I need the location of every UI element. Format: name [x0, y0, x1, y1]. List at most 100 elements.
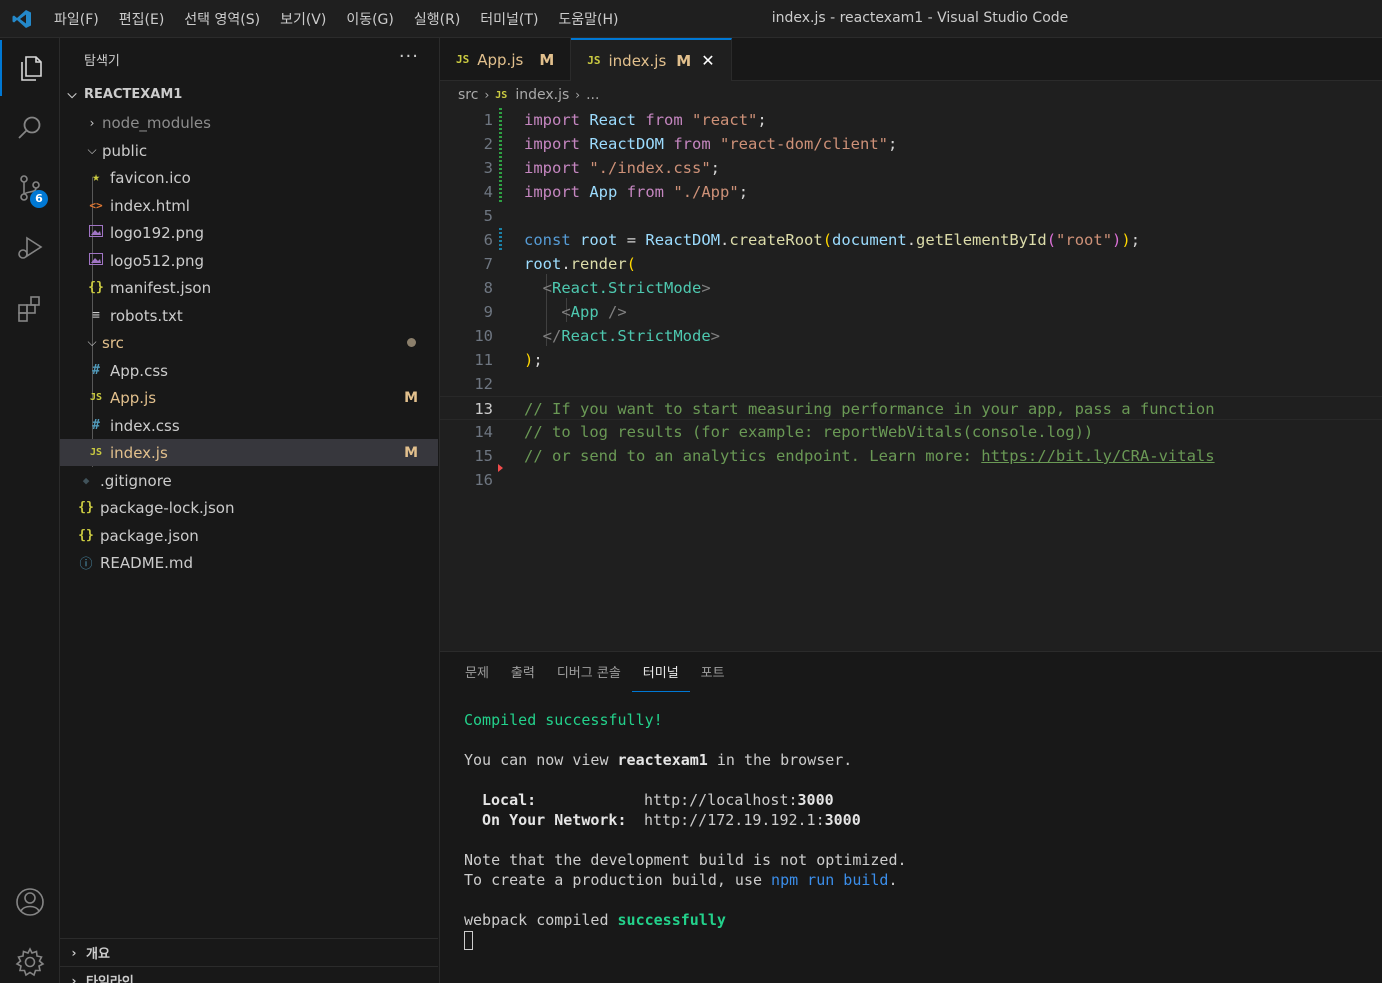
line-number: 6 — [483, 231, 493, 249]
tree-file-index-html[interactable]: <> index.html — [60, 192, 438, 219]
code-line[interactable]: 14 // to log results (for example: report… — [440, 420, 1382, 444]
tree-file-logo192[interactable]: logo192.png — [60, 219, 438, 246]
tree-folder-node-modules[interactable]: › node_modules — [60, 109, 438, 136]
code-text: ); — [524, 351, 543, 369]
tree-file-gitignore[interactable]: ◆ .gitignore — [60, 467, 438, 494]
timeline-section[interactable]: › 타임라인 — [60, 966, 438, 983]
js-file-icon: JS — [89, 392, 103, 403]
code-line[interactable]: 12 — [440, 372, 1382, 396]
source-control-icon[interactable]: 6 — [0, 160, 60, 216]
tree-file-package-lock[interactable]: {} package-lock.json — [60, 494, 438, 521]
chevron-right-icon: › — [575, 88, 581, 102]
code-line[interactable]: 2 import ReactDOM from "react-dom/client"… — [440, 132, 1382, 156]
terminal-output[interactable]: Compiled successfully! You can now view … — [464, 710, 907, 950]
tree-file-favicon[interactable]: ★ favicon.ico — [60, 164, 438, 191]
extensions-icon[interactable] — [0, 280, 60, 336]
chevron-down-icon: ⌵ — [67, 87, 77, 101]
tab-app-js[interactable]: JS App.js M — [440, 38, 572, 81]
outline-section[interactable]: › 개요 — [60, 938, 438, 966]
tab-problems[interactable]: 문제 — [454, 664, 500, 692]
terminal-cursor — [464, 931, 473, 950]
code-line[interactable]: 9 <App /> — [440, 300, 1382, 324]
code-line[interactable]: 13 // If you want to start measuring perf… — [440, 396, 1382, 420]
line-number: 8 — [483, 279, 493, 297]
code-line[interactable]: 10 </React.StrictMode> — [440, 324, 1382, 348]
sidebar-title: 탐색기 — [84, 53, 120, 69]
tree-folder-public[interactable]: ⌵ public — [60, 137, 438, 164]
code-line[interactable]: 11); — [440, 348, 1382, 372]
title-bar: 파일(F) 편집(E) 선택 영역(S) 보기(V) 이동(G) 실행(R) 터… — [0, 0, 1382, 38]
terminal-text: To create a production build, use — [464, 871, 772, 889]
code-line[interactable]: 3 import "./index.css"; — [440, 156, 1382, 180]
menu-view[interactable]: 보기(V) — [270, 9, 336, 29]
code-line[interactable]: 16 — [440, 468, 1382, 492]
code-line[interactable]: 7 root.render( — [440, 252, 1382, 276]
tree-file-manifest[interactable]: {} manifest.json — [60, 274, 438, 301]
code-editor[interactable]: 1 import React from "react"; 2 import React… — [440, 108, 1382, 651]
more-actions-icon[interactable]: ··· — [399, 46, 419, 67]
tree-file-robots[interactable]: ≡ robots.txt — [60, 302, 438, 329]
terminal-line: On Your Network: http://172.19.192.1:3000 — [464, 810, 907, 830]
js-file-icon: JS — [456, 53, 470, 66]
menu-terminal[interactable]: 터미널(T) — [470, 9, 548, 29]
git-gutter-marker — [499, 228, 502, 252]
git-gutter-marker — [499, 108, 502, 132]
tree-file-logo512[interactable]: logo512.png — [60, 247, 438, 274]
search-icon[interactable] — [0, 100, 60, 156]
terminal-blank — [464, 890, 907, 910]
workspace-root[interactable]: ⌵ REACTEXAM1 — [60, 81, 438, 108]
code-line[interactable]: 5 — [440, 204, 1382, 228]
breadcrumb-folder[interactable]: src — [458, 87, 478, 103]
code-text: // If you want to start measuring perfor… — [524, 400, 1215, 418]
tree-item-label: .gitignore — [100, 471, 172, 490]
breadcrumb-symbol[interactable]: ... — [586, 87, 599, 103]
tree-file-readme[interactable]: ⓘ README.md — [60, 549, 438, 576]
code-text: import React from "react"; — [524, 111, 767, 129]
close-icon[interactable]: ✕ — [701, 51, 714, 70]
run-debug-icon[interactable] — [0, 220, 60, 276]
tree-item-label: index.html — [110, 196, 190, 215]
json-file-icon: {} — [78, 500, 94, 515]
git-file-icon: ◆ — [82, 474, 90, 487]
terminal-text: You can now view — [464, 751, 618, 769]
tree-file-index-js[interactable]: JS index.js M — [60, 439, 438, 466]
code-line[interactable]: 6 const root = ReactDOM.createRoot(docume… — [440, 228, 1382, 252]
git-gutter-marker — [499, 132, 502, 156]
explorer-icon[interactable] — [0, 40, 60, 96]
code-text: import ReactDOM from "react-dom/client"; — [524, 135, 898, 153]
code-line[interactable]: 15 // or send to an analytics endpoint. L… — [440, 444, 1382, 472]
code-text: root.render( — [524, 255, 637, 273]
line-number: 9 — [483, 303, 493, 321]
menu-run[interactable]: 실행(R) — [404, 9, 470, 29]
css-file-icon: # — [92, 363, 100, 378]
menu-selection[interactable]: 선택 영역(S) — [174, 9, 270, 29]
breadcrumb-file[interactable]: index.js — [515, 87, 569, 103]
tree-file-app-js[interactable]: JS App.js M — [60, 384, 438, 411]
workspace-root-label: REACTEXAM1 — [84, 87, 183, 102]
settings-gear-icon[interactable] — [0, 934, 60, 983]
tab-debug-console[interactable]: 디버그 콘솔 — [546, 664, 632, 692]
account-icon[interactable] — [0, 874, 60, 930]
tab-terminal[interactable]: 터미널 — [631, 664, 690, 692]
tree-item-label: manifest.json — [110, 278, 212, 297]
menu-bar: 파일(F) 편집(E) 선택 영역(S) 보기(V) 이동(G) 실행(R) 터… — [44, 0, 629, 38]
code-line[interactable]: 1 import React from "react"; — [440, 108, 1382, 132]
tab-index-js[interactable]: JS index.js M ✕ — [571, 38, 732, 81]
code-line[interactable]: 4 import App from "./App"; — [440, 180, 1382, 204]
menu-file[interactable]: 파일(F) — [44, 9, 109, 29]
tree-file-index-css[interactable]: # index.css — [60, 412, 438, 439]
tree-folder-src[interactable]: ⌵ src — [60, 329, 438, 356]
chevron-right-icon: › — [484, 88, 490, 102]
js-file-icon: JS — [495, 89, 508, 101]
terminal-text: . — [888, 871, 898, 889]
code-line[interactable]: 8 <React.StrictMode> — [440, 276, 1382, 300]
tab-output[interactable]: 출력 — [500, 664, 546, 692]
tree-file-package-json[interactable]: {} package.json — [60, 522, 438, 549]
tab-ports[interactable]: 포트 — [690, 664, 736, 692]
code-text: </React.StrictMode> — [542, 327, 720, 345]
tree-file-app-css[interactable]: # App.css — [60, 357, 438, 384]
menu-go[interactable]: 이동(G) — [336, 9, 404, 29]
menu-edit[interactable]: 편집(E) — [109, 9, 175, 29]
menu-help[interactable]: 도움말(H) — [548, 9, 628, 29]
tree-item-label: index.css — [110, 416, 180, 435]
